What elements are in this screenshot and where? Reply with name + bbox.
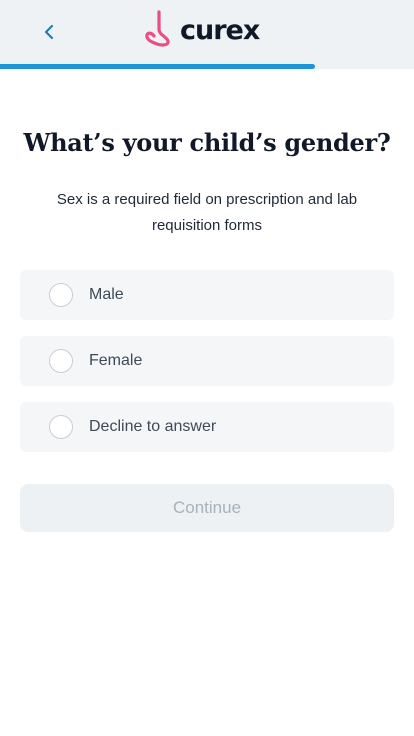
option-decline-to-answer[interactable]: Decline to answer bbox=[20, 402, 394, 452]
app-header: curex bbox=[0, 0, 414, 69]
radio-button[interactable] bbox=[49, 349, 73, 373]
progress-bar-fill bbox=[0, 64, 315, 69]
question-title: What’s your child’s gender? bbox=[23, 128, 391, 157]
continue-button[interactable]: Continue bbox=[20, 484, 394, 532]
chevron-left-icon bbox=[44, 24, 54, 40]
progress-bar bbox=[0, 64, 414, 69]
option-label: Decline to answer bbox=[89, 418, 217, 435]
question-subtitle: Sex is a required field on prescription … bbox=[56, 191, 358, 234]
option-male[interactable]: Male bbox=[20, 270, 394, 320]
curex-logo-mark-icon bbox=[145, 10, 170, 47]
curex-logo: curex bbox=[144, 8, 260, 48]
option-female[interactable]: Female bbox=[20, 336, 394, 386]
radio-button[interactable] bbox=[49, 283, 73, 307]
gender-options: Male Female Decline to answer bbox=[20, 270, 394, 468]
logo-text: curex bbox=[180, 14, 260, 46]
option-label: Female bbox=[89, 352, 143, 369]
back-button[interactable] bbox=[36, 18, 62, 46]
option-label: Male bbox=[89, 286, 124, 303]
radio-button[interactable] bbox=[49, 415, 73, 439]
